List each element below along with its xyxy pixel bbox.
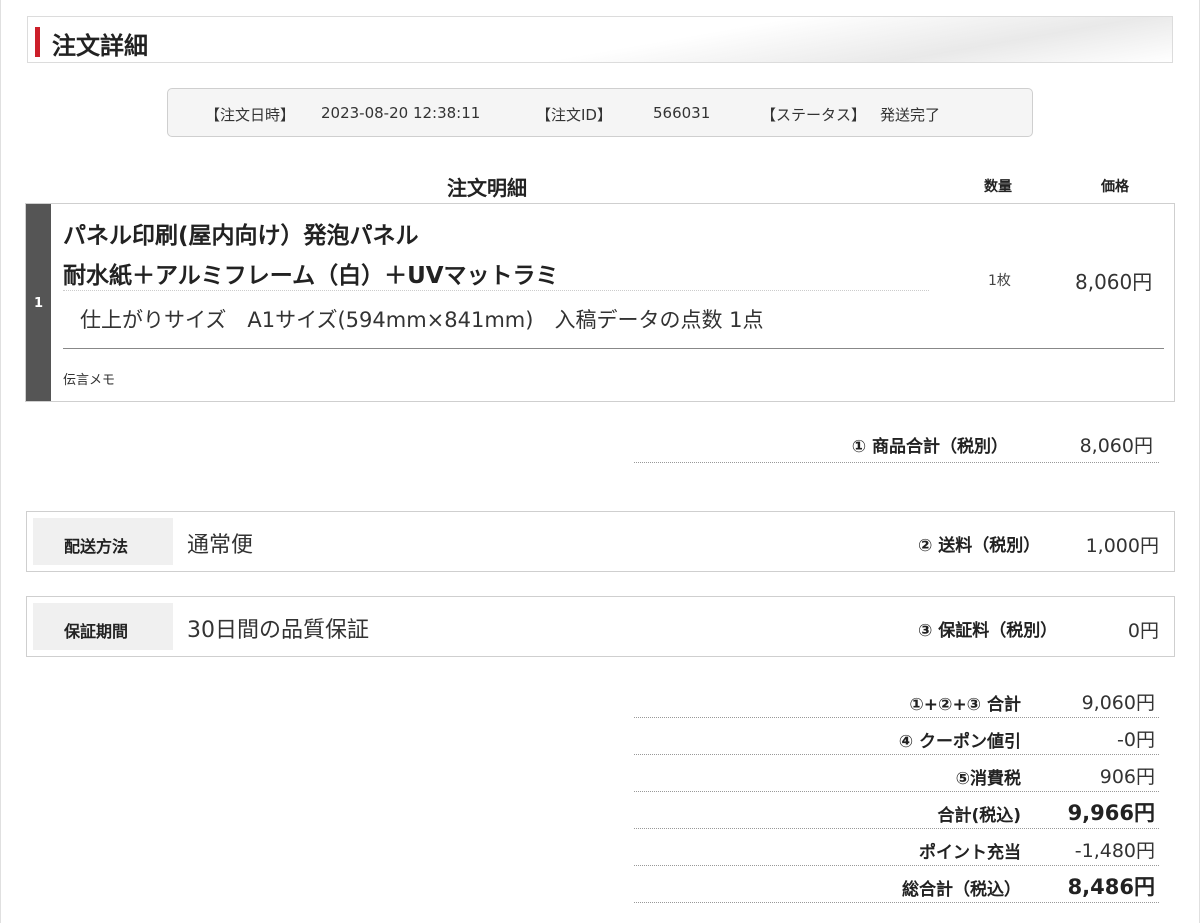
total-row: ⑤消費税 906円	[634, 755, 1159, 792]
shipping-fee-value: 1,000円	[1085, 535, 1159, 557]
warranty-box: 保証期間 30日間の品質保証 ③ 保証料（税別） 0円	[26, 596, 1175, 657]
total-value: 8,486円	[1067, 875, 1155, 899]
order-date-label: 【注文日時】	[205, 106, 296, 124]
item-name-line2: 耐水紙＋アルミフレーム（白）＋UVマットラミ	[63, 263, 559, 289]
total-value: -0円	[1117, 729, 1155, 751]
quantity-header: 数量	[984, 179, 1012, 195]
item-number-badge: 1	[26, 204, 51, 401]
order-status-label: 【ステータス】	[761, 106, 867, 124]
item-quantity: 1枚	[988, 273, 1011, 289]
subtotal-label: ① 商品合計（税別）	[851, 437, 1008, 457]
shipping-box: 配送方法 通常便 ② 送料（税別） 1,000円	[26, 511, 1175, 572]
header-accent-bar	[35, 27, 40, 57]
shipping-method: 通常便	[187, 533, 254, 558]
total-value: 9,060円	[1081, 692, 1155, 714]
warranty-fee-value: 0円	[1127, 620, 1159, 642]
order-info-bar: 【注文日時】 2023-08-20 12:38:11 【注文ID】 566031…	[167, 88, 1033, 137]
order-status-value: 発送完了	[880, 106, 941, 124]
detail-title: 注文明細	[447, 176, 527, 200]
total-label: ポイント充当	[919, 843, 1021, 863]
total-label: ⑤消費税	[955, 769, 1021, 789]
total-label: 合計(税込)	[937, 806, 1021, 826]
order-id-value: 566031	[653, 104, 711, 122]
item-memo-label: 伝言メモ	[63, 373, 116, 388]
total-value: 906円	[1099, 766, 1155, 788]
page-title: 注文詳細	[52, 32, 148, 60]
item-price: 8,060円	[1075, 270, 1153, 294]
total-label: ①+②+③ 合計	[909, 695, 1021, 715]
warranty-label-cell: 保証期間	[33, 603, 173, 650]
subtotal-row: ① 商品合計（税別） 8,060円	[634, 426, 1159, 463]
item-memo-divider	[63, 348, 1164, 349]
total-value: -1,480円	[1074, 840, 1155, 862]
item-number: 1	[34, 296, 44, 311]
total-label: ④ クーポン値引	[898, 732, 1021, 752]
total-row: ポイント充当 -1,480円	[634, 829, 1159, 866]
item-size-info: 仕上がりサイズ A1サイズ(594mm×841mm) 入稿データの点数 1点	[80, 308, 764, 332]
warranty-label: 保証期間	[64, 622, 129, 641]
total-row: 合計(税込) 9,966円	[634, 792, 1159, 829]
order-item: 1 パネル印刷(屋内向け）発泡パネル 耐水紙＋アルミフレーム（白）＋UVマットラ…	[25, 203, 1175, 402]
total-row: ①+②+③ 合計 9,060円	[634, 681, 1159, 718]
page-left-border	[0, 0, 1, 923]
item-divider	[63, 290, 929, 291]
order-id-label: 【注文ID】	[536, 106, 612, 124]
warranty-fee-label: ③ 保証料（税別）	[918, 621, 1058, 641]
subtotal-value: 8,060円	[1079, 435, 1153, 457]
warranty-period: 30日間の品質保証	[187, 618, 369, 643]
shipping-fee-label: ② 送料（税別）	[918, 536, 1041, 556]
total-row: 総合計（税込） 8,486円	[634, 866, 1159, 903]
total-label: 総合計（税込）	[902, 880, 1021, 900]
shipping-label-cell: 配送方法	[33, 518, 173, 565]
page-header: 注文詳細	[27, 16, 1173, 63]
price-header: 価格	[1101, 179, 1129, 195]
total-row: ④ クーポン値引 -0円	[634, 718, 1159, 755]
shipping-label: 配送方法	[64, 537, 129, 556]
total-value: 9,966円	[1067, 801, 1155, 825]
order-date-value: 2023-08-20 12:38:11	[321, 104, 481, 122]
item-name-line1: パネル印刷(屋内向け）発泡パネル	[63, 223, 419, 249]
